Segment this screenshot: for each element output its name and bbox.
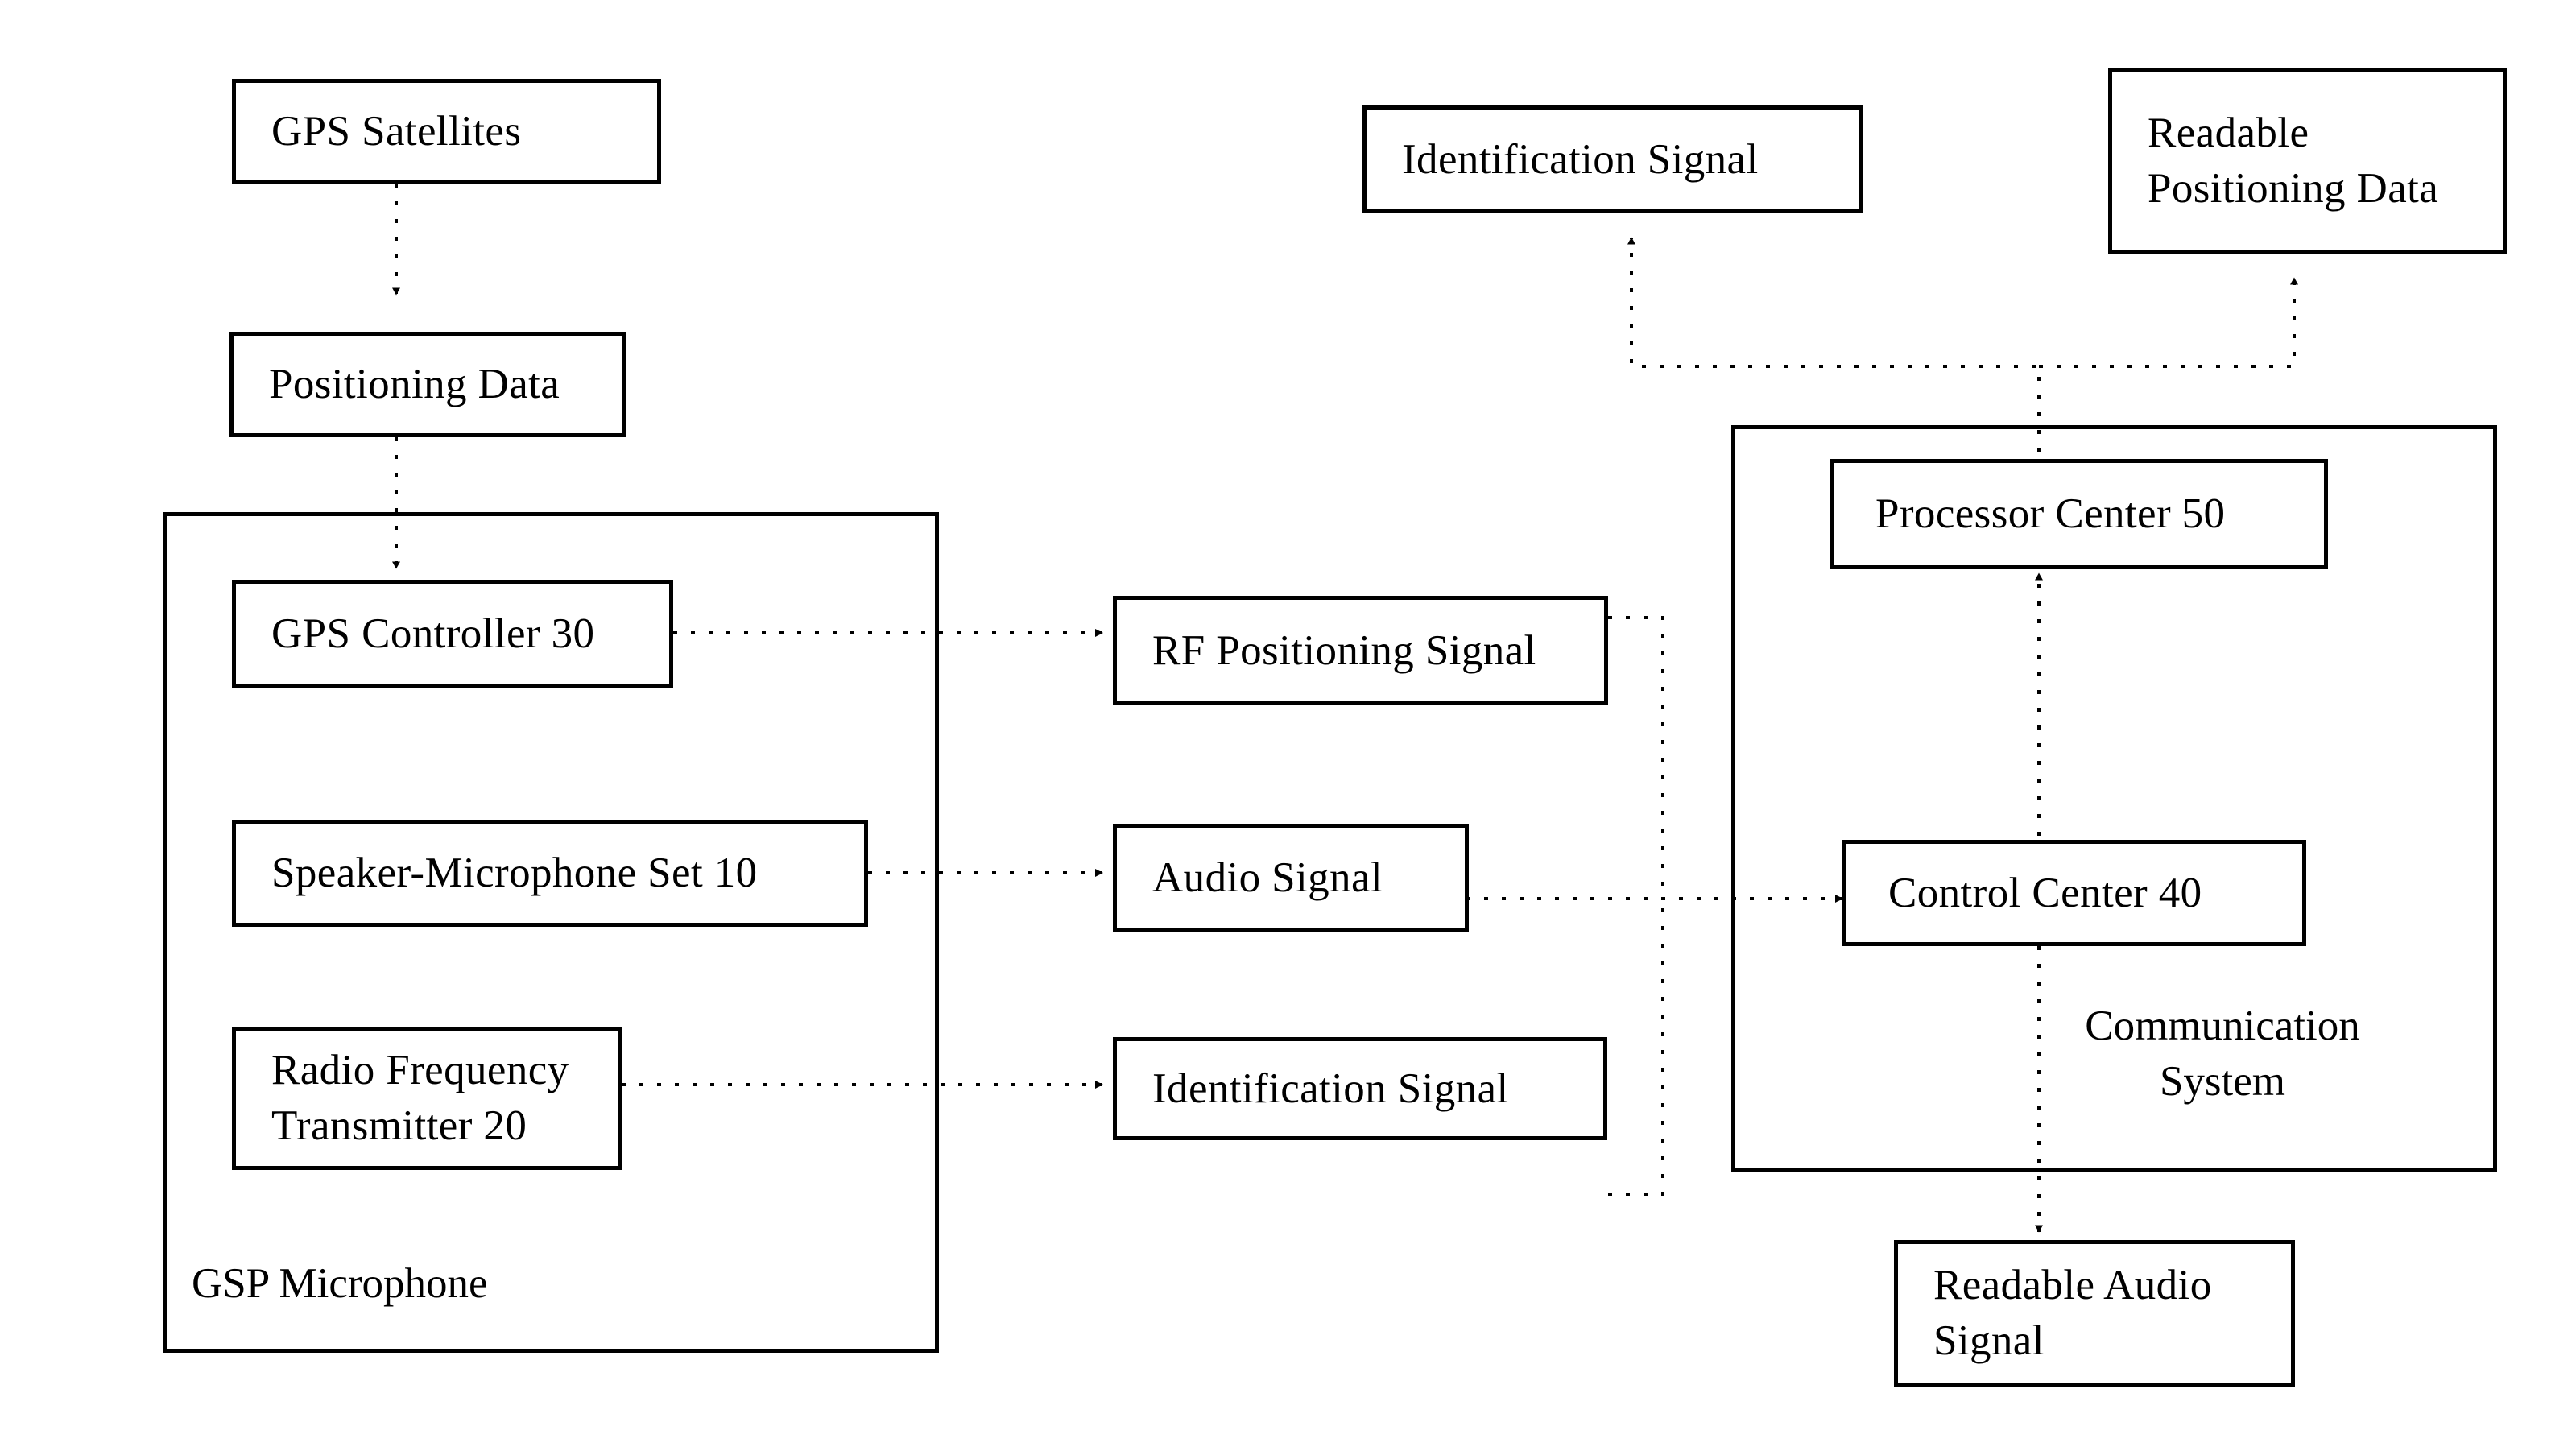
wire-identification-to-control [1608,899,1664,1196]
figure-canvas: GSP Microphone Communication System GPS … [0,0,2576,1455]
node-identification-signal-middle-label: Identification Signal [1152,1064,1509,1112]
node-identification-signal-top-label: Identification Signal [1402,135,1759,183]
node-radio-frequency-transmitter[interactable]: Radio Frequency Transmitter 20 [232,1027,622,1170]
gsp-microphone-group-label: GSP Microphone [192,1260,488,1307]
node-gps-controller[interactable]: GPS Controller 30 [232,580,673,688]
wire-processor-to-readable-positioning [2039,277,2298,368]
node-control-center[interactable]: Control Center 40 [1842,840,2306,946]
node-readable-audio-signal-label: Readable Audio Signal [1933,1262,2212,1364]
wire-rf-to-control [1608,616,1664,899]
node-audio-signal-label: Audio Signal [1152,854,1383,901]
node-readable-positioning-data-label: Readable Positioning Data [2148,110,2439,212]
node-gps-satellites-label: GPS Satellites [271,107,522,155]
node-processor-center-label: Processor Center 50 [1875,490,2226,538]
node-rf-positioning-signal[interactable]: RF Positioning Signal [1113,596,1608,705]
node-speaker-microphone-set[interactable]: Speaker-Microphone Set 10 [232,820,868,927]
node-radio-frequency-transmitter-label: Radio Frequency Transmitter 20 [271,1047,569,1149]
node-positioning-data-label: Positioning Data [269,361,560,408]
node-identification-signal-top[interactable]: Identification Signal [1362,105,1863,213]
node-gps-satellites[interactable]: GPS Satellites [232,79,661,184]
node-gps-controller-label: GPS Controller 30 [271,610,595,658]
communication-system-group-label: Communication System [2085,1002,2360,1105]
node-rf-positioning-signal-label: RF Positioning Signal [1152,626,1536,674]
node-readable-positioning-data[interactable]: Readable Positioning Data [2108,68,2507,254]
node-identification-signal-middle[interactable]: Identification Signal [1113,1037,1607,1140]
node-audio-signal[interactable]: Audio Signal [1113,824,1469,932]
node-control-center-label: Control Center 40 [1888,869,2202,916]
node-speaker-microphone-set-label: Speaker-Microphone Set 10 [271,849,758,897]
node-readable-audio-signal[interactable]: Readable Audio Signal [1894,1240,2295,1387]
node-processor-center[interactable]: Processor Center 50 [1830,459,2328,569]
node-positioning-data[interactable]: Positioning Data [229,332,626,437]
